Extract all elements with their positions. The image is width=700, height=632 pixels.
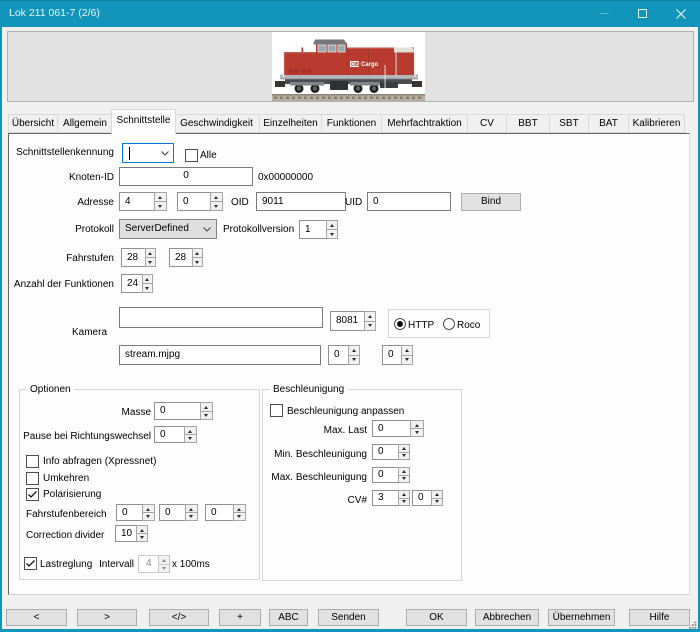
svg-text:DB: DB	[351, 62, 359, 68]
svg-text:Cargo: Cargo	[361, 62, 379, 68]
